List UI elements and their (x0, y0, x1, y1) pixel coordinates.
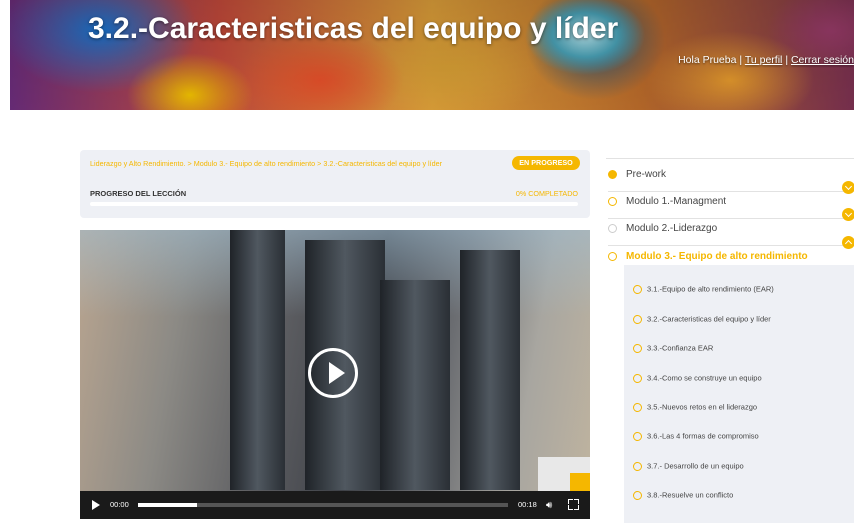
video-play-button[interactable] (308, 348, 358, 398)
status-circle-icon (608, 224, 617, 233)
lesson-label: 3.5.-Nuevos retos en el liderazgo (647, 402, 758, 412)
lesson-label: 3.3.-Confianza EAR (647, 343, 714, 353)
separator: | (785, 54, 789, 66)
greeting-text: Hola Prueba (678, 54, 737, 66)
logout-link[interactable]: Cerrar sesión (791, 54, 854, 66)
divider (606, 158, 854, 159)
course-sidebar: Pre-work Modulo 1.-Managment Modulo 2.-L… (598, 155, 854, 531)
module-label: Modulo 2.-Liderazgo (626, 223, 718, 234)
profile-link[interactable]: Tu perfil (745, 54, 783, 66)
status-circle-icon (633, 461, 642, 471)
volume-icon[interactable]: 🔊︎ (546, 500, 552, 511)
breadcrumb: Liderazgo y Alto Rendimiento. > Modulo 3… (90, 159, 442, 168)
page-title: 3.2.-Caracteristicas del equipo y líder (88, 12, 619, 45)
lesson-label: 3.8.-Resuelve un conflicto (647, 490, 734, 500)
separator: | (739, 54, 743, 66)
divider (608, 218, 854, 219)
status-circle-icon (608, 197, 617, 206)
video-controls: 00:00 00:18 🔊︎ (80, 491, 590, 519)
duration: 00:18 (518, 500, 537, 509)
module-label: Pre-work (626, 169, 667, 180)
status-badge: EN PROGRESO (512, 156, 580, 170)
lesson-list: 3.1.-Equipo de alto rendimiento (EAR) 3.… (624, 265, 854, 523)
breadcrumb-module[interactable]: Modulo 3.- Equipo de alto rendimiento (194, 159, 315, 168)
progress-label: PROGRESO DEL LECCIÓN (90, 189, 187, 198)
current-time: 00:00 (110, 500, 129, 509)
progress-percent: 0% COMPLETADO (515, 189, 578, 198)
check-icon (608, 170, 617, 179)
progress-bar (90, 202, 578, 206)
lesson-item[interactable]: 3.7.- Desarrollo de un equipo (633, 461, 744, 471)
expand-chevron-icon[interactable] (842, 208, 854, 221)
video-player[interactable]: 00:00 00:18 🔊︎ (80, 230, 590, 519)
lesson-item[interactable]: 3.8.-Resuelve un conflicto (633, 490, 733, 500)
status-circle-icon (633, 402, 642, 412)
lesson-label: 3.1.-Equipo de alto rendimiento (EAR) (647, 284, 774, 294)
video-frame-building (460, 250, 520, 490)
logo-mark (570, 473, 590, 491)
video-scrubber[interactable] (138, 503, 508, 507)
breadcrumb-lesson[interactable]: 3.2.-Caracteristicas del equipo y líder (323, 159, 442, 168)
header-banner: 3.2.-Caracteristicas del equipo y líder … (10, 0, 854, 110)
lesson-label: 3.7.- Desarrollo de un equipo (647, 461, 744, 471)
user-bar: Hola Prueba | Tu perfil | Cerrar sesión (678, 54, 854, 66)
divider (608, 245, 854, 246)
lesson-label: 3.6.-Las 4 formas de compromiso (647, 431, 759, 441)
play-icon[interactable] (92, 500, 100, 510)
lesson-label: 3.2.-Caracteristicas del equipo y líder (647, 314, 771, 324)
fullscreen-icon[interactable] (568, 499, 579, 510)
breadcrumb-separator: > (187, 159, 192, 168)
video-watermark-logo (538, 457, 590, 491)
status-circle-icon (633, 490, 642, 500)
lesson-item[interactable]: 3.6.-Las 4 formas de compromiso (633, 431, 759, 441)
status-circle-icon (633, 373, 642, 383)
status-circle-icon (608, 252, 617, 261)
status-circle-icon (633, 343, 642, 353)
lesson-item[interactable]: 3.4.-Como se construye un equipo (633, 373, 762, 383)
play-icon (329, 362, 345, 384)
lesson-progress-card: Liderazgo y Alto Rendimiento. > Modulo 3… (80, 150, 590, 218)
lesson-item-current[interactable]: 3.2.-Caracteristicas del equipo y líder (633, 314, 771, 324)
module-label: Modulo 1.-Managment (626, 196, 727, 207)
video-frame-building (380, 280, 450, 490)
video-frame-building (230, 230, 285, 490)
status-circle-icon (633, 314, 642, 324)
breadcrumb-separator: > (317, 159, 322, 168)
status-circle-icon (633, 284, 642, 294)
video-buffered-bar (138, 503, 198, 507)
lesson-item[interactable]: 3.1.-Equipo de alto rendimiento (EAR) (633, 284, 774, 294)
module-label: Modulo 3.- Equipo de alto rendimiento (626, 251, 808, 262)
status-circle-icon (633, 431, 642, 441)
divider (608, 191, 854, 192)
lesson-label: 3.4.-Como se construye un equipo (647, 373, 762, 383)
collapse-chevron-icon[interactable] (842, 236, 854, 249)
breadcrumb-course[interactable]: Liderazgo y Alto Rendimiento. (90, 159, 186, 168)
lesson-item[interactable]: 3.5.-Nuevos retos en el liderazgo (633, 402, 757, 412)
lesson-item[interactable]: 3.3.-Confianza EAR (633, 343, 713, 353)
expand-chevron-icon[interactable] (842, 181, 854, 194)
